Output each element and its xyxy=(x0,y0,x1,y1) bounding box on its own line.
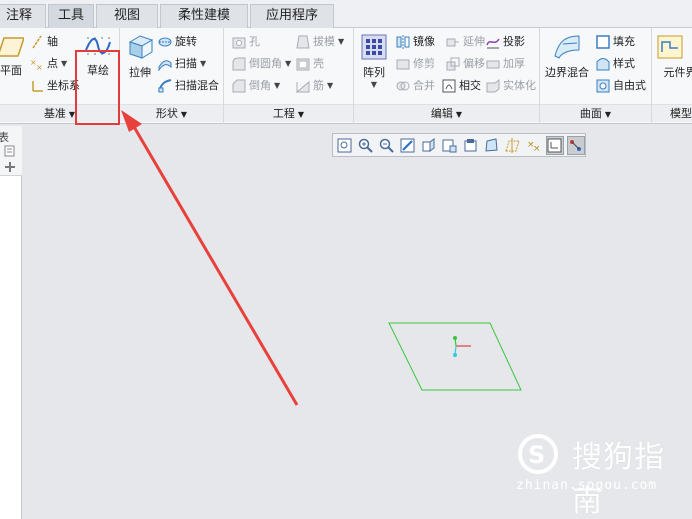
sogou-logo-icon: S xyxy=(518,434,558,474)
watermark-brand: 搜狗指南 xyxy=(572,440,665,519)
sogou-watermark: S 搜狗指南 zhinan.sogou.com xyxy=(512,428,682,519)
creo-window: 注释 工具 视图 柔性建模 应用程序 平面 轴 × × 点 ▼ 坐标系 草绘 基… xyxy=(0,0,692,519)
svg-text:S: S xyxy=(528,441,545,469)
watermark-url: zhinan.sogou.com xyxy=(516,478,658,493)
coordinate-system-glyph[interactable] xyxy=(453,336,471,357)
red-pointer-arrow-icon xyxy=(121,110,299,406)
